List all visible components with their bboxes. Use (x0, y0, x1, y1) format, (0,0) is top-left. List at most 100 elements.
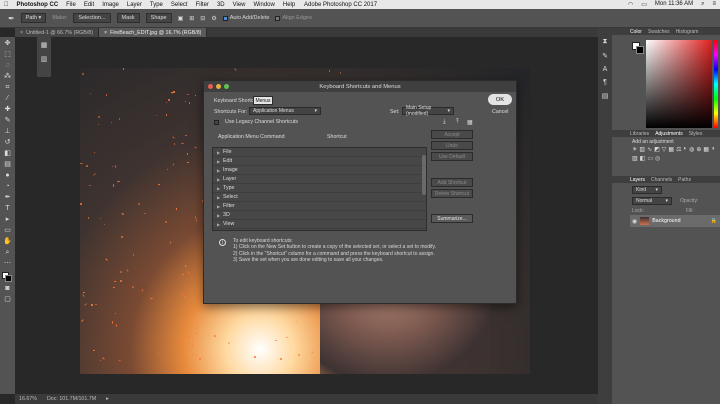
lasso-tool-icon[interactable]: ◌ (3, 61, 12, 70)
path-arrange-icon[interactable]: ⊟ (200, 15, 205, 22)
path-select-tool-icon[interactable]: ▸ (3, 215, 12, 224)
path-align-icon[interactable]: ⊞ (189, 15, 194, 22)
stamp-tool-icon[interactable]: ⊥ (3, 127, 12, 136)
menu-view[interactable]: View (229, 2, 250, 8)
menu-file[interactable]: File (62, 2, 80, 8)
mask-button[interactable]: Mask (116, 13, 140, 23)
shape-button[interactable]: Shape (145, 13, 172, 23)
marquee-tool-icon[interactable]: ⬚ (3, 50, 12, 59)
tab-color[interactable]: Color (630, 29, 642, 35)
quick-select-tool-icon[interactable]: ⁂ (3, 72, 12, 81)
tab-firebeach[interactable]: × FireBeach_EDIT.jpg @ 16.7% (RGB/8) (99, 28, 208, 37)
gradient-map-icon[interactable]: ▭ (647, 155, 653, 162)
delete-shortcut-button[interactable]: Delete Shortcut (431, 189, 473, 198)
tab-menus[interactable]: Menus (253, 96, 273, 105)
accept-button[interactable]: Accept (431, 130, 473, 139)
menu-help[interactable]: Help (279, 2, 299, 8)
menu-image[interactable]: Image (98, 2, 123, 8)
quick-mask-icon[interactable]: ◙ (3, 284, 12, 293)
background-color-swatch[interactable] (5, 275, 12, 282)
menu-command-list[interactable]: ▶ File ▶ Edit ▶ Image ▶ Layer ▶ Type ▶ Select … (212, 147, 427, 231)
ok-button[interactable]: OK (488, 94, 512, 105)
layer-kind-filter[interactable]: Kind ▾ (632, 186, 662, 194)
save-set-icon[interactable]: ⤓ (443, 119, 446, 126)
undo-button[interactable]: Undo (431, 141, 473, 150)
tab-untitled[interactable]: × Untitled-1 @ 66.7% (RGB/8) (15, 28, 99, 37)
list-scrollbar[interactable] (422, 155, 426, 195)
character-icon[interactable]: A (598, 66, 612, 73)
properties-icon[interactable]: ▦ (37, 41, 51, 49)
battery-icon[interactable]: ▭ (637, 1, 651, 8)
more-tools-icon[interactable]: ⋯ (3, 259, 12, 268)
summarize-button[interactable]: Summarize... (431, 214, 473, 223)
crop-tool-icon[interactable]: ⌗ (3, 83, 12, 92)
exposure-icon[interactable]: ◩ (654, 146, 660, 153)
menu-filter[interactable]: Filter (192, 2, 213, 8)
apple-icon[interactable]:  (0, 2, 13, 8)
path-mode-select[interactable]: Path ▾ (20, 13, 47, 23)
history-icon[interactable]: ⧗ (598, 38, 612, 46)
menu-select[interactable]: Select (167, 2, 192, 8)
color-balance-icon[interactable]: ⚖ (676, 146, 681, 153)
tab-close-icon[interactable]: × (20, 30, 23, 36)
screen-mode-icon[interactable]: ▢ (3, 295, 12, 304)
new-set-icon[interactable]: ⤒ (456, 119, 459, 126)
properties-icon[interactable]: ▤ (598, 92, 612, 100)
tab-adjustments[interactable]: Adjustments (655, 131, 683, 137)
hue-slider[interactable] (714, 40, 718, 128)
gradient-tool-icon[interactable]: ▤ (3, 160, 12, 169)
list-item[interactable]: ▶ Filter (213, 202, 426, 211)
brightness-icon[interactable]: ☀ (632, 146, 637, 153)
brush-preset-icon[interactable]: ✎ (598, 52, 612, 60)
tab-layers[interactable]: Layers (630, 177, 645, 183)
menu-3d[interactable]: 3D (213, 2, 229, 8)
tab-styles[interactable]: Styles (689, 131, 703, 137)
menu-edit[interactable]: Edit (80, 2, 98, 8)
app-menu[interactable]: Photoshop CC (13, 2, 63, 8)
tab-swatches[interactable]: Swatches (648, 29, 670, 35)
layer-name[interactable]: Background (652, 218, 680, 224)
color-picker[interactable] (646, 40, 712, 128)
info-panel-icon[interactable]: ▥ (37, 55, 51, 63)
dodge-tool-icon[interactable]: ◔ (3, 182, 12, 191)
status-arrow-icon[interactable]: ▸ (106, 396, 109, 402)
vibrance-icon[interactable]: ▽ (662, 146, 667, 153)
pen-tool-icon[interactable]: ✒ (3, 193, 12, 202)
search-icon[interactable]: ⌕ (697, 1, 708, 8)
auto-add-delete-checkbox[interactable]: Auto Add/Delete (222, 15, 269, 21)
move-tool-icon[interactable]: ✥ (3, 39, 12, 48)
tab-histogram[interactable]: Histogram (676, 29, 699, 35)
set-select[interactable]: Main Setup (modified) ▾ (402, 105, 454, 117)
list-item[interactable]: ▶ Layer (213, 175, 426, 184)
align-edges-checkbox[interactable]: Align Edges (275, 15, 312, 21)
list-item[interactable]: ▶ Image (213, 166, 426, 175)
blur-tool-icon[interactable]: ● (3, 171, 12, 180)
invert-icon[interactable]: ◑ (711, 146, 715, 153)
delete-set-icon[interactable]: ▦ (467, 119, 473, 126)
brush-tool-icon[interactable]: ✎ (3, 116, 12, 125)
levels-icon[interactable]: ▥ (639, 146, 645, 153)
tab-libraries[interactable]: Libraries (630, 131, 649, 137)
clock[interactable]: Mon 11:36 AM (651, 1, 697, 8)
gear-icon[interactable]: ⚙ (211, 15, 216, 22)
list-item[interactable]: ▶ View (213, 220, 426, 229)
zoom-tool-icon[interactable]: ⌕ (3, 248, 12, 257)
eye-icon[interactable]: ◉ (632, 218, 637, 225)
shape-tool-icon[interactable]: ▭ (3, 226, 12, 235)
tab-paths[interactable]: Paths (678, 177, 691, 183)
paragraph-icon[interactable]: ¶ (598, 79, 612, 86)
eraser-tool-icon[interactable]: ◧ (3, 149, 12, 158)
healing-tool-icon[interactable]: ✚ (3, 105, 12, 114)
blend-mode-select[interactable]: Normal ▾ (632, 197, 672, 205)
pen-tool-icon[interactable]: ✒ (8, 14, 15, 23)
selection-button[interactable]: Selection... (73, 13, 111, 23)
tab-close-icon[interactable]: × (104, 30, 107, 36)
path-ops-icon[interactable]: ▣ (178, 15, 184, 22)
menu-layer[interactable]: Layer (123, 2, 146, 8)
hand-tool-icon[interactable]: ✋ (3, 237, 12, 246)
curves-icon[interactable]: ∿ (647, 146, 652, 153)
list-item[interactable]: ▶ Select (213, 193, 426, 202)
legacy-channel-checkbox[interactable]: Use Legacy Channel Shortcuts (214, 119, 298, 125)
use-default-button[interactable]: Use Default (431, 152, 473, 161)
wifi-icon[interactable]: ◠ (624, 1, 637, 8)
